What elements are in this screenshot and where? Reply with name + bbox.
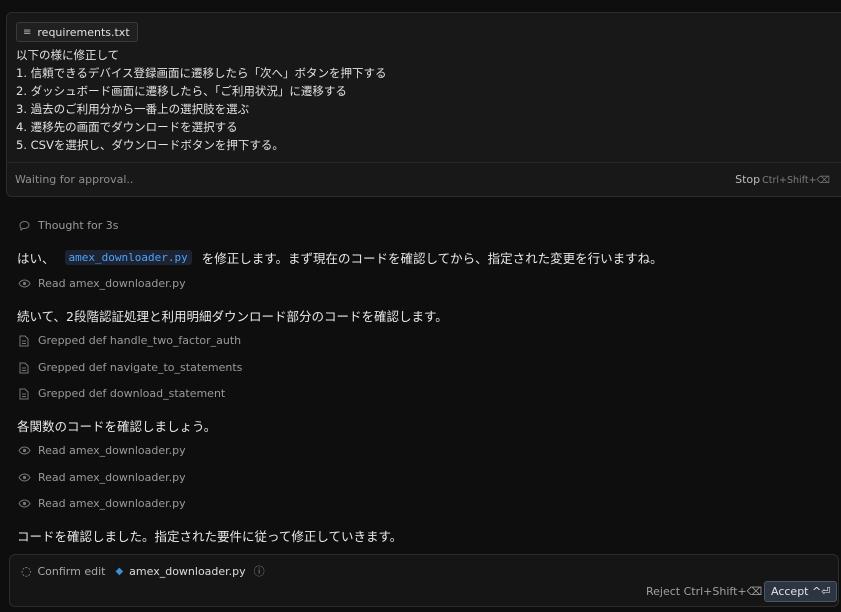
status-text: Waiting for approval.. (15, 173, 134, 186)
file-link-code[interactable]: amex_downloader.py (64, 250, 192, 265)
grep-row[interactable]: Grepped def navigate_to_statements (17, 361, 242, 374)
file-search-icon (17, 362, 31, 374)
message-line: 3. 過去のご利用分から一番上の選択肢を選ぶ (16, 102, 250, 116)
stop-shortcut: Ctrl+Shift+⌫ (762, 175, 830, 186)
grep-row[interactable]: Grepped def handle_two_factor_auth (17, 334, 241, 347)
thought-row[interactable]: Thought for 3s (17, 219, 119, 232)
stop-label: Stop (735, 173, 761, 186)
stop-button[interactable]: Stop Ctrl+Shift+⌫ (735, 173, 830, 186)
text-segment: はい、 (17, 251, 55, 266)
read-row[interactable]: Read amex_downloader.py (17, 277, 186, 290)
read-label: Read amex_downloader.py (38, 444, 186, 457)
assistant-text: コードを確認しました。指定された要件に従って修正していきます。 (17, 529, 403, 544)
divider (7, 162, 841, 163)
read-row[interactable]: Read amex_downloader.py (17, 444, 186, 457)
message-line: 2. ダッシュボード画面に遷移したら、「ご利用状況」に遷移する (16, 84, 347, 98)
file-search-icon (17, 335, 31, 347)
accept-button[interactable]: Accept ^⏎ (764, 581, 838, 602)
read-row[interactable]: Read amex_downloader.py (17, 471, 186, 484)
confirm-edit-panel: ◌ Confirm edit ◆ amex_downloader.py ⓘ Re… (9, 554, 839, 607)
message-line: 4. 遷移先の画面でダウンロードを選択する (16, 120, 238, 134)
file-search-icon (17, 388, 31, 400)
grep-label: Grepped def handle_two_factor_auth (38, 334, 242, 347)
read-row[interactable]: Read amex_downloader.py (17, 497, 186, 510)
spinner-icon: ◌ (21, 564, 32, 578)
user-message-panel: ≡ requirements.txt 以下の様に修正して 1. 信頼できるデバイ… (6, 12, 841, 197)
confirm-edit-row: ◌ Confirm edit ◆ amex_downloader.py ⓘ (21, 563, 265, 579)
message-body: 以下の様に修正して 1. 信頼できるデバイス登録画面に遷移したら「次へ」ボタンを… (16, 46, 387, 154)
thought-label: Thought for 3s (38, 219, 119, 232)
message-line: 5. CSVを選択し、ダウンロードボタンを押下する。 (16, 138, 284, 152)
assistant-text: 続いて、2段階認証処理と利用明細ダウンロード部分のコードを確認します。 (17, 309, 448, 324)
brain-icon (17, 220, 31, 231)
diamond-file-icon: ◆ (115, 565, 124, 577)
text-segment: を修正します。まず現在のコードを確認してから、指定された変更を行いますね。 (201, 251, 663, 266)
attachment-chip[interactable]: ≡ requirements.txt (16, 22, 138, 42)
message-line: 1. 信頼できるデバイス登録画面に遷移したら「次へ」ボタンを押下する (16, 66, 387, 80)
list-icon: ≡ (23, 26, 32, 38)
confirm-file-name[interactable]: amex_downloader.py (129, 565, 246, 578)
assistant-text: 各関数のコードを確認しましょう。 (17, 419, 217, 434)
message-line: 以下の様に修正して (16, 48, 120, 62)
eye-icon (17, 499, 31, 508)
read-label: Read amex_downloader.py (38, 471, 186, 484)
assistant-text: はい、 amex_downloader.py を修正します。まず現在のコードを確認し… (17, 248, 663, 267)
grep-label: Grepped def download_statement (38, 387, 226, 400)
reject-button[interactable]: Reject Ctrl+Shift+⌫ (646, 585, 762, 598)
eye-icon (17, 446, 31, 455)
grep-row[interactable]: Grepped def download_statement (17, 387, 225, 400)
eye-icon (17, 473, 31, 482)
eye-icon (17, 279, 31, 288)
info-icon[interactable]: ⓘ (254, 563, 265, 579)
read-label: Read amex_downloader.py (38, 497, 186, 510)
grep-label: Grepped def navigate_to_statements (38, 361, 243, 374)
confirm-label: Confirm edit (37, 564, 106, 578)
read-label: Read amex_downloader.py (38, 277, 186, 290)
attachment-name: requirements.txt (37, 25, 130, 39)
